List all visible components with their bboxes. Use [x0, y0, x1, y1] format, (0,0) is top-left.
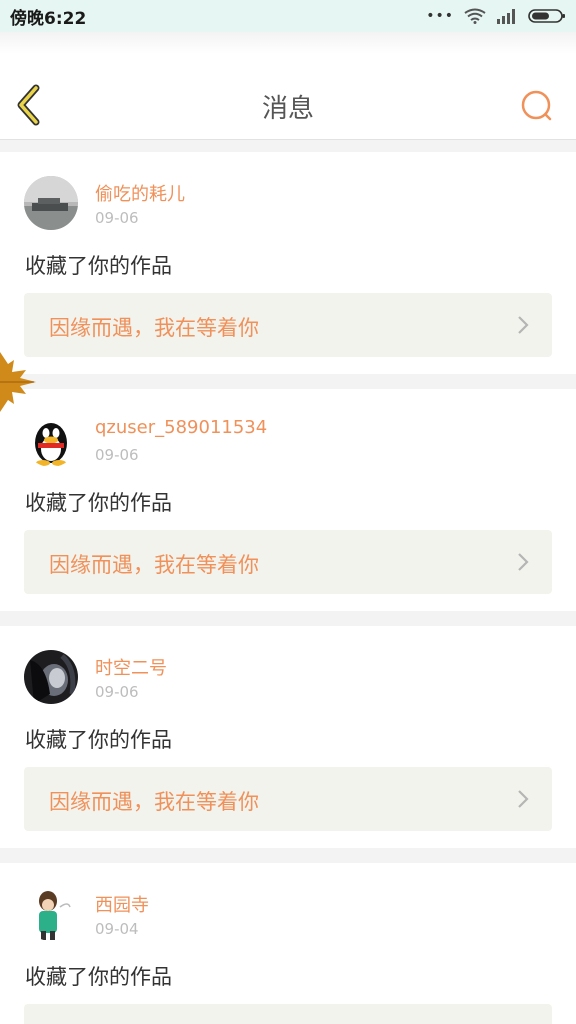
action-text: 收藏了你的作品 — [25, 254, 172, 278]
search-icon[interactable] — [518, 87, 554, 123]
user-name[interactable]: qzuser_589011534 — [95, 417, 267, 438]
message-card: 偷吃的耗儿 09-06 收藏了你的作品 因缘而遇，我在等着你 — [0, 152, 576, 374]
action-text: 收藏了你的作品 — [25, 728, 172, 752]
message-card: 西园寺 09-04 收藏了你的作品 — [0, 863, 576, 1024]
signal-icon — [497, 9, 515, 24]
message-card: 时空二号 09-06 收藏了你的作品 因缘而遇，我在等着你 — [0, 626, 576, 848]
user-name[interactable]: 西园寺 — [95, 891, 149, 917]
user-name[interactable]: 偷吃的耗儿 — [95, 180, 185, 206]
chevron-right-icon — [518, 316, 529, 334]
work-title: 因缘而遇，我在等着你 — [49, 316, 259, 340]
work-title: 因缘而遇，我在等着你 — [49, 553, 259, 577]
message-date: 09-06 — [95, 683, 139, 701]
status-bar: 傍晚6:22 ••• — [0, 0, 576, 32]
work-link[interactable]: 因缘而遇，我在等着你 — [24, 767, 552, 831]
more-dots-icon: ••• — [426, 8, 454, 24]
avatar[interactable] — [24, 413, 78, 467]
battery-icon — [528, 9, 565, 23]
avatar[interactable] — [24, 650, 78, 704]
avatar[interactable] — [24, 887, 78, 941]
chevron-right-icon — [518, 553, 529, 571]
user-name[interactable]: 时空二号 — [95, 654, 167, 680]
wifi-icon — [464, 8, 486, 24]
status-time: 傍晚6:22 — [10, 8, 87, 29]
work-link[interactable] — [24, 1004, 552, 1024]
user-avatar-image — [24, 650, 78, 704]
message-card: qzuser_589011534 09-06 收藏了你的作品 因缘而遇，我在等着… — [0, 389, 576, 611]
work-title: 因缘而遇，我在等着你 — [49, 790, 259, 814]
user-avatar-image — [24, 176, 78, 230]
header: 消息 — [0, 32, 576, 140]
penguin-avatar-image — [24, 413, 78, 467]
work-link[interactable]: 因缘而遇，我在等着你 — [24, 530, 552, 594]
work-link[interactable]: 因缘而遇，我在等着你 — [24, 293, 552, 357]
user-avatar-image — [24, 887, 78, 941]
page-title: 消息 — [261, 94, 314, 124]
message-date: 09-04 — [95, 920, 139, 938]
chevron-right-icon — [518, 790, 529, 808]
avatar[interactable] — [24, 176, 78, 230]
maple-leaf-icon — [0, 352, 36, 412]
status-icons: ••• — [426, 8, 566, 24]
message-date: 09-06 — [95, 209, 139, 227]
message-date: 09-06 — [95, 446, 139, 464]
action-text: 收藏了你的作品 — [25, 491, 172, 515]
action-text: 收藏了你的作品 — [25, 965, 172, 989]
